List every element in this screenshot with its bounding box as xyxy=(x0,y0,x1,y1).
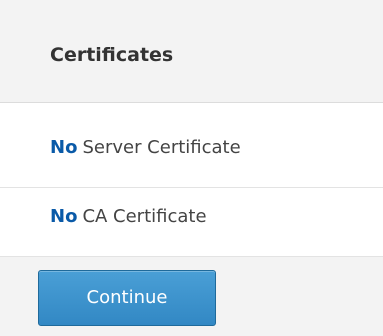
ca-certificate-text: No CA Certificate xyxy=(50,206,207,227)
panel-header: Certificates xyxy=(0,0,383,103)
ca-certificate-status: No xyxy=(50,206,78,227)
server-certificate-text: No Server Certificate xyxy=(50,137,241,158)
server-certificate-status: No xyxy=(50,137,78,158)
continue-button[interactable]: Continue xyxy=(38,270,216,326)
certificates-panel: Certificates No Server Certificate No CA C… xyxy=(0,0,383,336)
server-certificate-row: No Server Certificate xyxy=(0,103,383,188)
ca-certificate-label: CA Certificate xyxy=(82,206,207,227)
ca-certificate-row: No CA Certificate xyxy=(0,188,383,257)
server-certificate-label: Server Certificate xyxy=(82,137,241,158)
panel-title: Certificates xyxy=(50,44,174,66)
